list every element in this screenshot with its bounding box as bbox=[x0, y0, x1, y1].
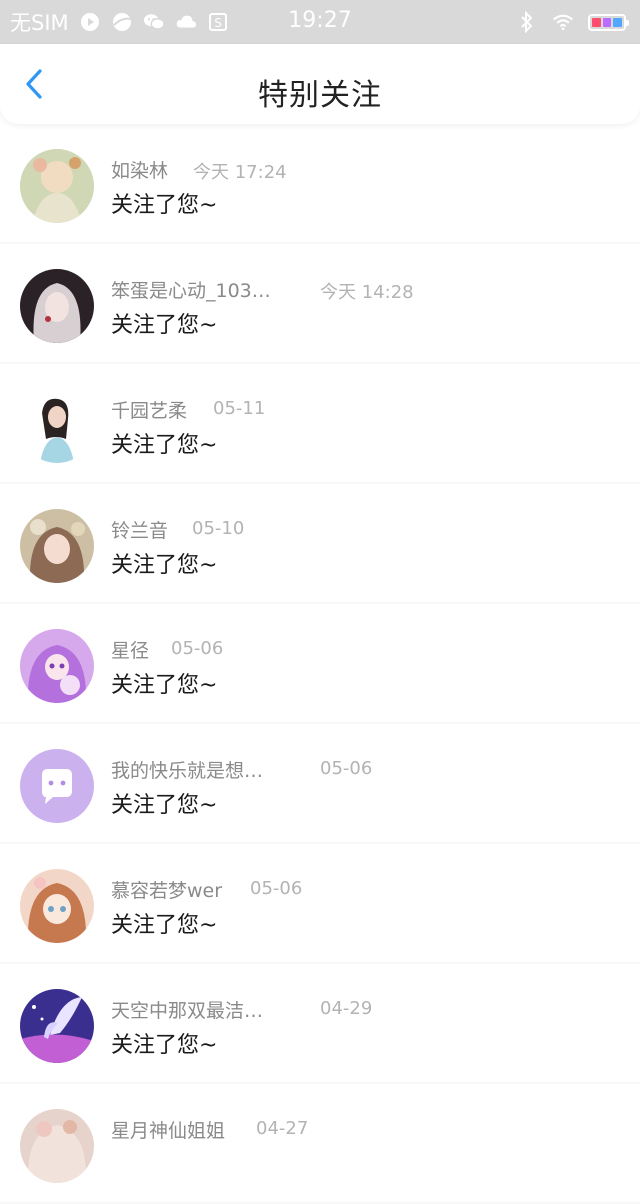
wifi-icon bbox=[552, 11, 574, 33]
message-text: 关注了您~ bbox=[111, 673, 218, 698]
time-label: 04-29 bbox=[320, 998, 373, 1019]
time-label: 05-06 bbox=[320, 758, 373, 779]
user-name[interactable]: 星月神仙姐姐 bbox=[111, 1116, 225, 1143]
avatar[interactable] bbox=[20, 269, 94, 343]
time-label: 05-11 bbox=[213, 398, 266, 419]
avatar[interactable] bbox=[20, 509, 94, 583]
list-item[interactable]: 千园艺柔 05-11 关注了您~ bbox=[0, 364, 640, 482]
user-name[interactable]: 慕容若梦wer bbox=[111, 876, 222, 903]
time-label: 05-06 bbox=[250, 878, 303, 899]
battery-segment bbox=[592, 17, 601, 27]
avatar[interactable] bbox=[20, 629, 94, 703]
nav-bar: 特别关注 bbox=[0, 44, 640, 124]
time-label: 05-06 bbox=[171, 638, 224, 659]
page-title: 特别关注 bbox=[258, 78, 382, 113]
user-name[interactable]: 星径 bbox=[111, 636, 149, 663]
user-name[interactable]: 我的快乐就是想… bbox=[111, 756, 263, 783]
avatar[interactable] bbox=[20, 389, 94, 463]
list-item[interactable]: 天空中那双最洁… 04-29 关注了您~ bbox=[0, 964, 640, 1082]
time-label: 04-27 bbox=[256, 1118, 309, 1139]
follow-list: 如染林 今天 17:24 关注了您~ 笨蛋是心动_103… 今天 14:28 关… bbox=[0, 124, 640, 1204]
message-text: 关注了您~ bbox=[111, 1033, 218, 1058]
battery-segment bbox=[613, 17, 623, 27]
time-label: 05-10 bbox=[192, 518, 245, 539]
time-label: 今天 14:28 bbox=[320, 282, 414, 303]
avatar[interactable] bbox=[20, 869, 94, 943]
list-item[interactable]: 笨蛋是心动_103… 今天 14:28 关注了您~ bbox=[0, 244, 640, 362]
list-item[interactable]: 慕容若梦wer 05-06 关注了您~ bbox=[0, 844, 640, 962]
avatar[interactable] bbox=[20, 149, 94, 223]
list-item[interactable]: 星月神仙姐姐 04-27 bbox=[0, 1084, 640, 1202]
user-name[interactable]: 笨蛋是心动_103… bbox=[111, 276, 271, 303]
list-item[interactable]: 星径 05-06 关注了您~ bbox=[0, 604, 640, 722]
user-name[interactable]: 千园艺柔 bbox=[111, 396, 187, 423]
avatar[interactable] bbox=[20, 989, 94, 1063]
message-text: 关注了您~ bbox=[111, 433, 218, 458]
message-text: 关注了您~ bbox=[111, 913, 218, 938]
status-bar: 无SIM S 19:27 bbox=[0, 0, 640, 44]
user-name[interactable]: 如染林 bbox=[111, 156, 168, 183]
bluetooth-icon bbox=[516, 11, 538, 33]
list-item[interactable]: 铃兰音 05-10 关注了您~ bbox=[0, 484, 640, 602]
user-name[interactable]: 铃兰音 bbox=[111, 516, 168, 543]
user-name[interactable]: 天空中那双最洁… bbox=[111, 996, 263, 1023]
avatar[interactable] bbox=[20, 749, 94, 823]
list-item[interactable]: 如染林 今天 17:24 关注了您~ bbox=[0, 124, 640, 242]
status-bar-right bbox=[516, 10, 629, 34]
avatar[interactable] bbox=[20, 1109, 94, 1183]
message-text: 关注了您~ bbox=[111, 793, 218, 818]
message-text: 关注了您~ bbox=[111, 313, 218, 338]
list-item[interactable]: 我的快乐就是想… 05-06 关注了您~ bbox=[0, 724, 640, 842]
message-text: 关注了您~ bbox=[111, 193, 218, 218]
battery-segment bbox=[602, 17, 612, 27]
battery-icon bbox=[588, 13, 629, 31]
time-label: 今天 17:24 bbox=[193, 162, 287, 183]
message-text: 关注了您~ bbox=[111, 553, 218, 578]
